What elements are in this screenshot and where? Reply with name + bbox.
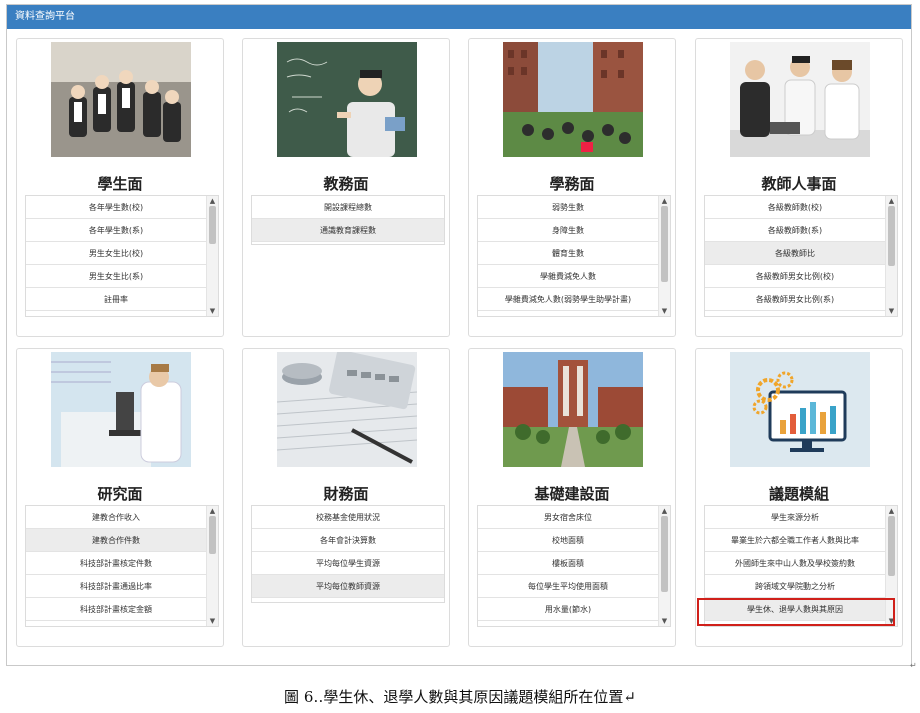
list-item[interactable]: 學雜費減免人數(弱勢學生助學計畫)	[478, 288, 658, 311]
list-item[interactable]: 建教合作收入	[26, 506, 206, 529]
card-finance: 財務面 校務基金使用狀況 各年會計決算數 平均每位學生資源 平均每位教師資源	[242, 348, 450, 647]
card-title: 議題模組	[768, 485, 829, 503]
list-item[interactable]: 科技部計畫通過比率	[26, 575, 206, 598]
list-item[interactable]: 各級教師數(系)	[705, 219, 885, 242]
chevron-up-icon[interactable]: ▲	[886, 506, 897, 516]
students-group-photo	[51, 42, 191, 157]
card-title: 教師人事面	[761, 175, 837, 193]
list-item[interactable]: 平均每位學生資源	[252, 552, 444, 575]
list-research[interactable]: 建教合作收入 建教合作件數 科技部計畫核定件數 科技部計畫通過比率 科技部計畫核…	[25, 505, 219, 627]
list-item[interactable]: 各級教師數(校)	[705, 196, 885, 219]
scrollbar[interactable]: ▲ ▼	[658, 506, 670, 626]
scrollbar[interactable]: ▲ ▼	[206, 506, 218, 626]
app-window: 資料查詢平台 學生面 各年學生數(校) 各年學生數(系) 男生女生比(校) 男生…	[6, 4, 912, 666]
list-item[interactable]: 體育生數	[478, 242, 658, 265]
list-item[interactable]: 各級教師比	[705, 242, 885, 265]
card-issue-module: 議題模組 學生來源分析 畢業生於六都全職工作者人數與比率 外國師生來中山人數及學…	[695, 348, 903, 647]
list-finance[interactable]: 校務基金使用狀況 各年會計決算數 平均每位學生資源 平均每位教師資源	[251, 505, 445, 603]
list-item[interactable]: 弱勢生數	[478, 196, 658, 219]
campus-building-photo	[503, 352, 643, 467]
scrollbar[interactable]: ▲ ▼	[206, 196, 218, 316]
scrollbar[interactable]: ▲ ▼	[885, 196, 897, 316]
list-item[interactable]: 通識教育課程數	[252, 219, 444, 242]
list-item[interactable]: 科技部計畫核定件數	[26, 552, 206, 575]
card-title: 基礎建設面	[534, 485, 610, 503]
scroll-thumb[interactable]	[888, 516, 895, 576]
list-item[interactable]: 科技部計畫核定金額	[26, 598, 206, 621]
chevron-up-icon[interactable]: ▲	[886, 196, 897, 206]
list-item[interactable]: 學雜費減免人數	[478, 265, 658, 288]
list-item[interactable]: 男女宿舍床位	[478, 506, 658, 529]
list-item[interactable]: 校務基金使用狀況	[252, 506, 444, 529]
chevron-down-icon[interactable]: ▼	[207, 306, 218, 316]
list-student-affairs[interactable]: 弱勢生數 身障生數 體育生數 學雜費減免人數 學雜費減免人數(弱勢學生助學計畫)…	[477, 195, 671, 317]
card-title: 學務面	[549, 175, 595, 193]
list-item[interactable]: 男生女生比(系)	[26, 265, 206, 288]
card-infrastructure: 基礎建設面 男女宿舍床位 校地面積 樓板面積 每位學生平均使用面積 用水量(節水…	[468, 348, 676, 647]
list-item[interactable]: 開設課程總數	[252, 196, 444, 219]
list-item[interactable]: 各級教師男女比例(校)	[705, 265, 885, 288]
scrollbar[interactable]: ▲ ▼	[658, 196, 670, 316]
list-item[interactable]: 校地面積	[478, 529, 658, 552]
list-item[interactable]: 跨領域文學院動之分析	[705, 575, 885, 598]
campus-students-photo	[503, 42, 643, 157]
paragraph-mark-icon: ↵	[910, 661, 917, 670]
list-academic[interactable]: 開設課程總數 通識教育課程數	[251, 195, 445, 245]
list-item[interactable]: 身障生數	[478, 219, 658, 242]
card-faculty: 教師人事面 各級教師數(校) 各級教師數(系) 各級教師比 各級教師男女比例(校…	[695, 38, 903, 337]
chevron-up-icon[interactable]: ▲	[207, 506, 218, 516]
chevron-down-icon[interactable]: ▼	[886, 306, 897, 316]
chevron-up-icon[interactable]: ▲	[659, 196, 670, 206]
list-infrastructure[interactable]: 男女宿舍床位 校地面積 樓板面積 每位學生平均使用面積 用水量(節水) ▲ ▼	[477, 505, 671, 627]
list-item[interactable]: 註冊率	[26, 288, 206, 311]
card-title: 教務面	[323, 175, 369, 193]
chevron-down-icon[interactable]: ▼	[659, 306, 670, 316]
list-item-student-withdrawal[interactable]: 學生休、退學人數與其原因	[705, 598, 885, 621]
analytics-monitor-icon	[730, 352, 870, 467]
chevron-up-icon[interactable]: ▲	[207, 196, 218, 206]
list-student[interactable]: 各年學生數(校) 各年學生數(系) 男生女生比(校) 男生女生比(系) 註冊率 …	[25, 195, 219, 317]
list-item[interactable]: 平均每位教師資源	[252, 575, 444, 598]
scroll-thumb[interactable]	[661, 206, 668, 282]
office-meeting-photo	[730, 42, 870, 157]
scroll-thumb[interactable]	[661, 516, 668, 592]
card-student: 學生面 各年學生數(校) 各年學生數(系) 男生女生比(校) 男生女生比(系) …	[16, 38, 224, 337]
scroll-thumb[interactable]	[209, 206, 216, 244]
list-item[interactable]: 外國師生來中山人數及學校簽約數	[705, 552, 885, 575]
list-item[interactable]: 學生來源分析	[705, 506, 885, 529]
window-title: 資料查詢平台	[7, 5, 911, 29]
figure-caption: 圖 6‥學生休、退學人數與其原因議題模組所在位置↵	[284, 688, 636, 706]
chevron-down-icon[interactable]: ▼	[659, 616, 670, 626]
list-item[interactable]: 男生女生比(校)	[26, 242, 206, 265]
list-item[interactable]: 建教合作件數	[26, 529, 206, 552]
card-academic: 教務面 開設課程總數 通識教育課程數	[242, 38, 450, 337]
list-item[interactable]: 每位學生平均使用面積	[478, 575, 658, 598]
scroll-thumb[interactable]	[888, 206, 895, 266]
card-title: 財務面	[323, 485, 369, 503]
chevron-down-icon[interactable]: ▼	[207, 616, 218, 626]
list-item[interactable]: 各年會計決算數	[252, 529, 444, 552]
teacher-blackboard-photo	[277, 42, 417, 157]
card-research: 研究面 建教合作收入 建教合作件數 科技部計畫核定件數 科技部計畫通過比率 科技…	[16, 348, 224, 647]
finance-calculator-photo	[277, 352, 417, 467]
list-item[interactable]: 樓板面積	[478, 552, 658, 575]
scroll-thumb[interactable]	[209, 516, 216, 554]
chevron-up-icon[interactable]: ▲	[659, 506, 670, 516]
card-title: 學生面	[97, 175, 143, 193]
lab-researcher-photo	[51, 352, 191, 467]
list-issue-module[interactable]: 學生來源分析 畢業生於六都全職工作者人數與比率 外國師生來中山人數及學校簽約數 …	[704, 505, 898, 627]
list-item[interactable]: 用水量(節水)	[478, 598, 658, 621]
card-student-affairs: 學務面 弱勢生數 身障生數 體育生數 學雜費減免人數 學雜費減免人數(弱勢學生助…	[468, 38, 676, 337]
list-item[interactable]: 畢業生於六都全職工作者人數與比率	[705, 529, 885, 552]
scrollbar[interactable]: ▲ ▼	[885, 506, 897, 626]
card-title: 研究面	[97, 485, 143, 503]
list-item[interactable]: 各級教師男女比例(系)	[705, 288, 885, 311]
list-item[interactable]: 各年學生數(校)	[26, 196, 206, 219]
chevron-down-icon[interactable]: ▼	[886, 616, 897, 626]
list-item[interactable]: 各年學生數(系)	[26, 219, 206, 242]
list-faculty[interactable]: 各級教師數(校) 各級教師數(系) 各級教師比 各級教師男女比例(校) 各級教師…	[704, 195, 898, 317]
